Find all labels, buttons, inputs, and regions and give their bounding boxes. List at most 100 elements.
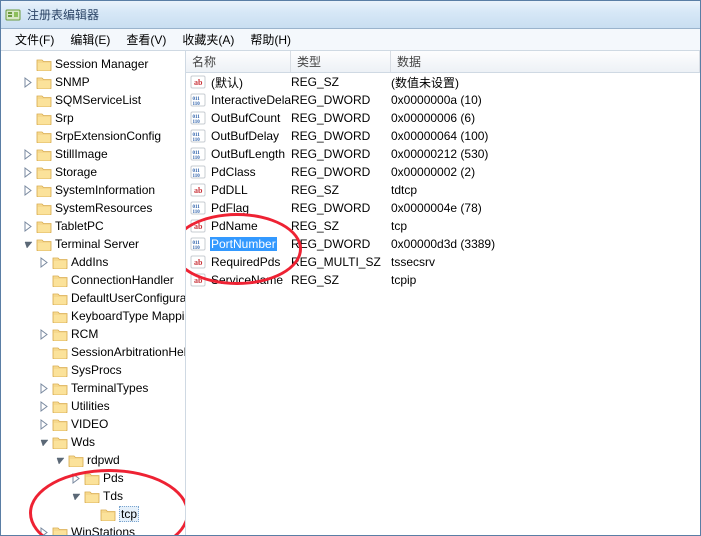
folder-icon (36, 201, 52, 215)
binary-value-icon (190, 200, 206, 216)
value-name: PdClass (210, 165, 291, 179)
value-row-pdclass[interactable]: PdClassREG_DWORD0x00000002 (2) (186, 163, 700, 181)
value-data: 0x00000006 (6) (391, 111, 700, 125)
expander-open-icon[interactable] (23, 239, 34, 250)
tree-node-label: rdpwd (87, 453, 120, 467)
binary-value-icon (190, 146, 206, 162)
tree-node-label: Pds (103, 471, 124, 485)
values-pane[interactable]: 名称 类型 数据 (默认)REG_SZ(数值未设置)InteractiveDel… (186, 51, 700, 535)
menu-file[interactable]: 文件(F) (7, 29, 62, 50)
col-data[interactable]: 数据 (391, 51, 700, 72)
expander-closed-icon[interactable] (39, 257, 50, 268)
expander-closed-icon[interactable] (23, 149, 34, 160)
expander-closed-icon[interactable] (39, 383, 50, 394)
col-name[interactable]: 名称 (186, 51, 291, 72)
expander-none (39, 293, 50, 304)
tree-node-label: AddIns (71, 255, 108, 269)
expander-closed-icon[interactable] (39, 329, 50, 340)
tree-node-sqmservicelist[interactable]: SQMServiceList (5, 91, 185, 109)
string-value-icon (190, 272, 206, 288)
folder-icon (52, 309, 68, 323)
tree-node-terminaltypes[interactable]: TerminalTypes (5, 379, 185, 397)
value-row-pdname[interactable]: PdNameREG_SZtcp (186, 217, 700, 235)
menubar: 文件(F) 编辑(E) 查看(V) 收藏夹(A) 帮助(H) (1, 29, 700, 51)
col-type[interactable]: 类型 (291, 51, 391, 72)
folder-icon (52, 435, 68, 449)
tree-node-winstations[interactable]: WinStations (5, 523, 185, 535)
tree-node-rcm[interactable]: RCM (5, 325, 185, 343)
tree-node-connectionhandler[interactable]: ConnectionHandler (5, 271, 185, 289)
tree-node-addins[interactable]: AddIns (5, 253, 185, 271)
value-row-outbufdelay[interactable]: OutBufDelayREG_DWORD0x00000064 (100) (186, 127, 700, 145)
value-data: tdtcp (391, 183, 700, 197)
folder-icon (100, 507, 116, 521)
expander-none (23, 59, 34, 70)
expander-closed-icon[interactable] (23, 185, 34, 196)
tree-node-srpextensionconfig[interactable]: SrpExtensionConfig (5, 127, 185, 145)
tree-pane[interactable]: Session Manager SNMPSQMServiceList Srp SrpE… (1, 51, 186, 535)
tree-node-rdpwd[interactable]: rdpwd (5, 451, 185, 469)
expander-closed-icon[interactable] (23, 221, 34, 232)
tree-node-sysprocs[interactable]: SysProcs (5, 361, 185, 379)
value-row-portnumber[interactable]: PortNumberREG_DWORD0x00000d3d (3389) (186, 235, 700, 253)
folder-icon (36, 75, 52, 89)
value-row-interactivedelay[interactable]: InteractiveDelayREG_DWORD0x0000000a (10) (186, 91, 700, 109)
tree-node-stillimage[interactable]: StillImage (5, 145, 185, 163)
binary-value-icon (190, 110, 206, 126)
tree-node-storage[interactable]: Storage (5, 163, 185, 181)
expander-closed-icon[interactable] (71, 473, 82, 484)
tree-node-keyboardtype-mapping[interactable]: KeyboardType Mapping (5, 307, 185, 325)
expander-closed-icon[interactable] (39, 527, 50, 536)
tree-node-label: Srp (55, 111, 74, 125)
value-row-outbuflength[interactable]: OutBufLengthREG_DWORD0x00000212 (530) (186, 145, 700, 163)
tree-node-session-manager[interactable]: Session Manager (5, 55, 185, 73)
tree-node-tcp[interactable]: tcp (5, 505, 185, 523)
tree-node-sessionarbitrationhelper[interactable]: SessionArbitrationHelper (5, 343, 185, 361)
tree-node-defaultuserconfiguration[interactable]: DefaultUserConfiguration (5, 289, 185, 307)
expander-closed-icon[interactable] (23, 77, 34, 88)
tree-node-video[interactable]: VIDEO (5, 415, 185, 433)
expander-none (23, 203, 34, 214)
menu-view[interactable]: 查看(V) (118, 29, 174, 50)
tree-node-tabletpc[interactable]: TabletPC (5, 217, 185, 235)
expander-none (39, 365, 50, 376)
value-row--[interactable]: (默认)REG_SZ(数值未设置) (186, 73, 700, 91)
tree-node-srp[interactable]: Srp (5, 109, 185, 127)
tree-node-systemresources[interactable]: SystemResources (5, 199, 185, 217)
expander-none (39, 347, 50, 358)
menu-edit[interactable]: 编辑(E) (62, 29, 118, 50)
expander-open-icon[interactable] (55, 455, 66, 466)
menu-help[interactable]: 帮助(H) (242, 29, 299, 50)
expander-closed-icon[interactable] (23, 167, 34, 178)
tree-node-label: VIDEO (71, 417, 108, 431)
folder-icon (36, 93, 52, 107)
expander-open-icon[interactable] (39, 437, 50, 448)
value-type: REG_DWORD (291, 147, 391, 161)
expander-open-icon[interactable] (71, 491, 82, 502)
value-row-outbufcount[interactable]: OutBufCountREG_DWORD0x00000006 (6) (186, 109, 700, 127)
folder-icon (36, 147, 52, 161)
folder-icon (36, 219, 52, 233)
folder-icon (84, 471, 100, 485)
value-name: OutBufDelay (210, 129, 291, 143)
value-type: REG_DWORD (291, 129, 391, 143)
tree-node-pds[interactable]: Pds (5, 469, 185, 487)
menu-favorites[interactable]: 收藏夹(A) (174, 29, 242, 50)
value-row-servicename[interactable]: ServiceNameREG_SZtcpip (186, 271, 700, 289)
value-row-pdflag[interactable]: PdFlagREG_DWORD0x0000004e (78) (186, 199, 700, 217)
binary-value-icon (190, 236, 206, 252)
tree-node-terminal-server[interactable]: Terminal Server (5, 235, 185, 253)
regedit-icon (5, 7, 21, 23)
expander-closed-icon[interactable] (39, 419, 50, 430)
tree-node-systeminformation[interactable]: SystemInformation (5, 181, 185, 199)
value-row-pddll[interactable]: PdDLLREG_SZtdtcp (186, 181, 700, 199)
tree-node-wds[interactable]: Wds (5, 433, 185, 451)
expander-closed-icon[interactable] (39, 401, 50, 412)
string-value-icon (190, 218, 206, 234)
tree-node-utilities[interactable]: Utilities (5, 397, 185, 415)
value-row-requiredpds[interactable]: RequiredPdsREG_MULTI_SZtssecsrv (186, 253, 700, 271)
tree-node-label: Session Manager (55, 57, 148, 71)
tree-node-tds[interactable]: Tds (5, 487, 185, 505)
tree-node-snmp[interactable]: SNMP (5, 73, 185, 91)
tree-node-label: DefaultUserConfiguration (71, 291, 186, 305)
